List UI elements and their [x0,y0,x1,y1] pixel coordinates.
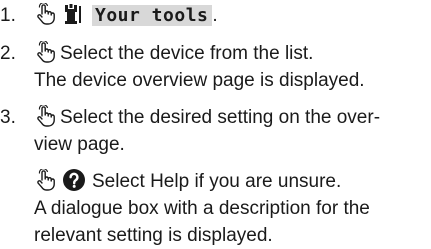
step-body: Select the desired setting on the over- … [34,104,425,249]
step-number: 3. [0,107,16,128]
step-action: Select the device from the list. [60,43,314,64]
step-body: Your tools. [34,2,425,29]
step-body: Select the device from the list. The dev… [34,40,425,94]
substep-result-continued: relevant setting is displayed. [34,225,273,246]
hand-tap-icon [37,168,55,191]
step-result: The device overview page is displayed. [34,70,365,91]
substep-result: A dialogue box with a description for th… [34,198,370,219]
step-number: 1. [0,5,16,26]
hand-tap-icon [37,40,55,63]
ui-element-reference: Your tools [92,5,213,26]
step-number: 2. [0,43,16,64]
substep-action: Select Help if you are unsure. [92,171,342,192]
tools-icon [65,3,81,24]
step-suffix: . [212,5,218,26]
hand-tap-icon [37,104,55,127]
instruction-list: 1. Your tools. 2. Select the device from… [0,0,431,246]
step-action-continued: view page. [34,134,125,155]
substep: Select Help if you are unsure. A dialogu… [34,168,425,249]
step-action: Select the desired setting on the over- [60,107,381,128]
help-icon [63,168,85,191]
hand-tap-icon [37,2,55,25]
